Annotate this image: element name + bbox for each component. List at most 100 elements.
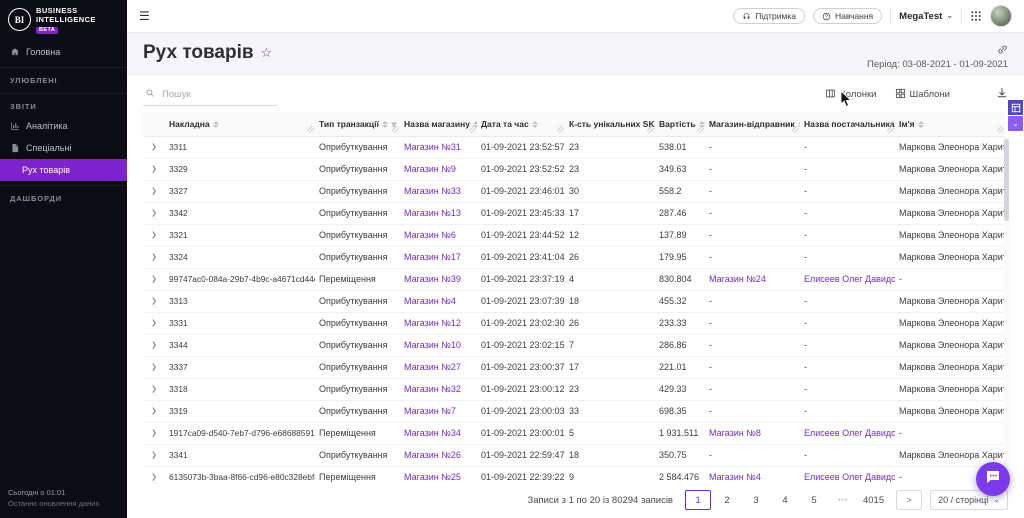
column-header-1[interactable]: Накладна xyxy=(165,112,315,137)
row-expander-icon[interactable]: ❯ xyxy=(143,444,165,467)
cell: - xyxy=(800,312,895,335)
store-link[interactable]: Магазин №39 xyxy=(404,274,461,284)
column-header-9[interactable]: Ім'я xyxy=(895,112,1005,137)
store-link[interactable]: Магазин №12 xyxy=(404,318,461,328)
cell: Переміщення xyxy=(315,422,400,445)
store-link[interactable]: Магазин №32 xyxy=(404,384,461,394)
support-button[interactable]: Підтримка xyxy=(733,8,806,24)
row-expander-icon[interactable]: ❯ xyxy=(143,312,165,335)
workspace-menu[interactable]: MegaTest ⌄ xyxy=(899,11,953,22)
sort-icons[interactable] xyxy=(531,121,538,129)
sort-icons[interactable] xyxy=(917,121,924,129)
scrollbar-thumb[interactable] xyxy=(1004,139,1009,221)
cell: 12 xyxy=(565,224,655,247)
cell: 455.32 xyxy=(655,290,705,313)
filter-icon[interactable] xyxy=(390,121,398,129)
store-link[interactable]: Магазин №7 xyxy=(404,406,456,416)
training-label: Навчання xyxy=(835,11,874,21)
supplier-link[interactable]: Елисеев Олег Давидович xyxy=(804,428,895,438)
sidebar-item-label: Спеціальні xyxy=(26,142,72,153)
sidebar-item-goods-movement[interactable]: Рух товарів xyxy=(0,158,127,181)
favorite-star-icon[interactable]: ☆ xyxy=(261,45,273,61)
row-expander-icon[interactable]: ❯ xyxy=(143,334,165,357)
column-header-3[interactable]: Назва магазину xyxy=(400,112,477,137)
row-expander-icon[interactable]: ❯ xyxy=(143,202,165,225)
row-expander-icon[interactable]: ❯ xyxy=(143,158,165,181)
page-button-1[interactable]: 1 xyxy=(684,490,711,510)
templates-button[interactable]: Шаблони xyxy=(895,88,950,102)
cell: 30 xyxy=(565,180,655,203)
row-expander-icon[interactable]: ❯ xyxy=(143,136,165,159)
page-button-2[interactable]: 2 xyxy=(714,490,740,510)
store-link[interactable]: Магазин №33 xyxy=(404,186,461,196)
column-label: Накладна xyxy=(169,119,210,129)
store-link[interactable]: Магазин №10 xyxy=(404,340,461,350)
page-button-5[interactable]: 5 xyxy=(801,490,827,510)
chevron-down-icon: ⌄ xyxy=(993,495,1000,504)
column-header-2[interactable]: Тип транзакції xyxy=(315,112,400,137)
row-expander-icon[interactable]: ❯ xyxy=(143,246,165,269)
sidebar-item-analytics[interactable]: Аналітика xyxy=(0,115,127,137)
row-expander-icon[interactable]: ❯ xyxy=(143,224,165,247)
chat-button[interactable] xyxy=(976,462,1010,496)
row-expander-icon[interactable]: ❯ xyxy=(143,400,165,423)
cell: 538.01 xyxy=(655,136,705,159)
column-header-8[interactable]: Назва постачальника xyxy=(800,112,895,137)
cell: Оприбуткування xyxy=(315,378,400,401)
row-expander-icon[interactable]: ❯ xyxy=(143,466,165,483)
next-page-button[interactable]: > xyxy=(896,490,923,510)
store-link[interactable]: Магазин №27 xyxy=(404,362,461,372)
apps-grid-icon[interactable] xyxy=(970,10,982,22)
store-link[interactable]: Магазин №31 xyxy=(404,142,461,152)
page-button-4[interactable]: 4 xyxy=(772,490,798,510)
cell: Магазин №39 xyxy=(400,268,477,291)
store-link[interactable]: Магазин №13 xyxy=(404,208,461,218)
search-input[interactable] xyxy=(160,87,275,101)
row-expander-icon[interactable]: ❯ xyxy=(143,422,165,445)
cell: - xyxy=(800,202,895,225)
column-header-7[interactable]: Магазин-відправник xyxy=(705,112,800,137)
column-header-5[interactable]: К-сть унікальних SKU xyxy=(565,112,655,137)
sort-icons[interactable] xyxy=(381,121,388,129)
store-link[interactable]: Магазин №9 xyxy=(404,164,456,174)
column-header-4[interactable]: Дата та час xyxy=(477,112,565,137)
column-header-6[interactable]: Вартість xyxy=(655,112,705,137)
sender-store-link[interactable]: Магазин №8 xyxy=(709,428,761,438)
page-button-3[interactable]: 3 xyxy=(743,490,769,510)
columns-button[interactable]: Колонки xyxy=(825,88,877,102)
cell: 137.89 xyxy=(655,224,705,247)
sort-icons[interactable] xyxy=(212,121,219,129)
avatar[interactable] xyxy=(990,5,1012,27)
table-settings-button[interactable] xyxy=(1008,100,1023,115)
row-expander-icon[interactable]: ❯ xyxy=(143,268,165,291)
page-ellipsis: ••• xyxy=(837,496,849,504)
sidebar-item-special[interactable]: Спеціальні xyxy=(0,137,127,159)
page-button-4015[interactable]: 4015 xyxy=(859,490,888,510)
menu-icon[interactable]: ☰ xyxy=(139,9,150,23)
cell: 6135073b-3baa-8f66-cd96-e80c328ebf4c xyxy=(165,466,315,483)
sender-store-link[interactable]: Магазин №4 xyxy=(709,472,761,482)
cell: 01-09-2021 23:00:37 xyxy=(477,356,565,379)
sort-icons[interactable] xyxy=(698,121,705,129)
store-link[interactable]: Магазин №25 xyxy=(404,472,461,482)
row-expander-icon[interactable]: ❯ xyxy=(143,290,165,313)
download-button[interactable] xyxy=(996,87,1008,102)
supplier-link[interactable]: Елисеев Олег Давидович xyxy=(804,274,895,284)
store-link[interactable]: Магазин №17 xyxy=(404,252,461,262)
collapse-panel-button[interactable]: ⌄ xyxy=(1008,116,1023,131)
row-expander-icon[interactable]: ❯ xyxy=(143,356,165,379)
store-link[interactable]: Магазин №34 xyxy=(404,428,461,438)
store-link[interactable]: Магазин №4 xyxy=(404,296,456,306)
vertical-scrollbar[interactable] xyxy=(1004,137,1009,483)
row-expander-icon[interactable]: ❯ xyxy=(143,180,165,203)
sender-store-link[interactable]: Магазин №24 xyxy=(709,274,766,284)
sidebar-item-home[interactable]: Головна xyxy=(0,41,127,63)
cell: Магазин №7 xyxy=(400,400,477,423)
training-button[interactable]: Навчання xyxy=(813,8,883,24)
share-link-icon[interactable] xyxy=(997,44,1008,55)
store-link[interactable]: Магазин №26 xyxy=(404,450,461,460)
supplier-link[interactable]: Елисеев Олег Давидович xyxy=(804,472,895,482)
row-expander-icon[interactable]: ❯ xyxy=(143,378,165,401)
store-link[interactable]: Магазин №6 xyxy=(404,230,456,240)
table-row: ❯ 6135073b-3baa-8f66-cd96-e80c328ebf4c Пер… xyxy=(143,466,1005,483)
